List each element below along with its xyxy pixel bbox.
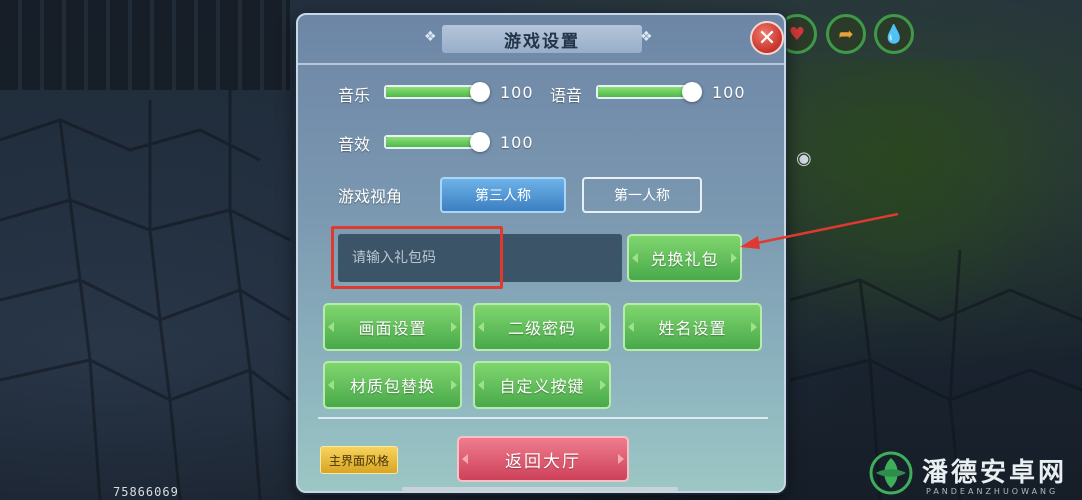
gift-code-input[interactable] (338, 234, 622, 282)
close-button[interactable]: ✕ (750, 21, 784, 55)
button-notch-right-icon (751, 322, 757, 332)
title-ornament-left-icon: ❖ (424, 29, 437, 45)
camera-view-label: 游戏视角 (338, 187, 403, 206)
food-icon: ➦ (826, 14, 866, 54)
texture-pack-label: 材质包替换 (349, 377, 435, 396)
sfx-slider[interactable] (384, 132, 490, 152)
eye-icon[interactable]: ◉ (796, 148, 812, 169)
dialog-title: 游戏设置 (442, 25, 642, 53)
redeem-gift-label: 兑换礼包 (650, 250, 719, 269)
button-notch-left-icon (328, 322, 334, 332)
sfx-slider-knob[interactable] (470, 132, 490, 152)
music-value: 100 (500, 83, 534, 102)
music-slider[interactable] (384, 82, 490, 102)
custom-keys-label: 自定义按键 (499, 377, 585, 396)
annotation-arrow-icon (740, 212, 899, 249)
sfx-label: 音效 (338, 135, 371, 154)
dialog-titlebar: ❖ 游戏设置 ❖ ✕ (298, 15, 784, 65)
music-slider-fill (386, 87, 480, 97)
footer-divider (318, 417, 768, 419)
player-id: 75866069 (113, 485, 179, 499)
music-label: 音乐 (338, 86, 371, 105)
return-lobby-button[interactable]: 返回大厅 (457, 436, 629, 482)
dialog-scrollbar[interactable] (402, 487, 678, 491)
graphics-settings-button[interactable]: 画面设置 (323, 303, 462, 351)
third-person-button[interactable]: 第三人称 (440, 177, 566, 213)
button-notch-left-icon (478, 322, 484, 332)
secondary-password-label: 二级密码 (507, 319, 576, 338)
settings-dialog: ❖ 游戏设置 ❖ ✕ 音乐 100 语音 100 音效 100 游戏视角 第三人… (296, 13, 786, 493)
button-notch-right-icon (731, 253, 737, 263)
button-notch-left-icon (628, 322, 634, 332)
voice-slider[interactable] (596, 82, 702, 102)
sfx-slider-fill (386, 137, 480, 147)
main-ui-style-button[interactable]: 主界面风格 (320, 446, 398, 474)
sfx-value: 100 (500, 133, 534, 152)
first-person-button[interactable]: 第一人称 (582, 177, 702, 213)
voice-slider-knob[interactable] (682, 82, 702, 102)
water-drop-icon: 💧 (874, 14, 914, 54)
button-notch-right-icon (600, 322, 606, 332)
custom-keys-button[interactable]: 自定义按键 (473, 361, 611, 409)
button-notch-left-icon (632, 253, 638, 263)
watermark-logo-icon (869, 451, 913, 495)
voice-slider-fill (598, 87, 692, 97)
redeem-gift-button[interactable]: 兑换礼包 (627, 234, 742, 282)
title-ornament-right-icon: ❖ (640, 29, 653, 45)
button-notch-right-icon (451, 380, 457, 390)
button-notch-left-icon (478, 380, 484, 390)
return-lobby-label: 返回大厅 (505, 451, 581, 472)
button-notch-right-icon (600, 380, 606, 390)
graphics-settings-label: 画面设置 (358, 319, 427, 338)
button-notch-right-icon (618, 454, 624, 464)
watermark-name: 潘德安卓网 (922, 458, 1068, 488)
close-x-icon: ✕ (757, 25, 777, 51)
voice-value: 100 (712, 83, 746, 102)
button-notch-left-icon (462, 454, 468, 464)
button-notch-right-icon (451, 322, 457, 332)
name-settings-label: 姓名设置 (658, 319, 727, 338)
button-notch-left-icon (328, 380, 334, 390)
texture-pack-button[interactable]: 材质包替换 (323, 361, 462, 409)
voice-label: 语音 (550, 86, 583, 105)
watermark-subtitle: PANDEANZHUOWANG (926, 487, 1059, 496)
secondary-password-button[interactable]: 二级密码 (473, 303, 611, 351)
name-settings-button[interactable]: 姓名设置 (623, 303, 762, 351)
music-slider-knob[interactable] (470, 82, 490, 102)
